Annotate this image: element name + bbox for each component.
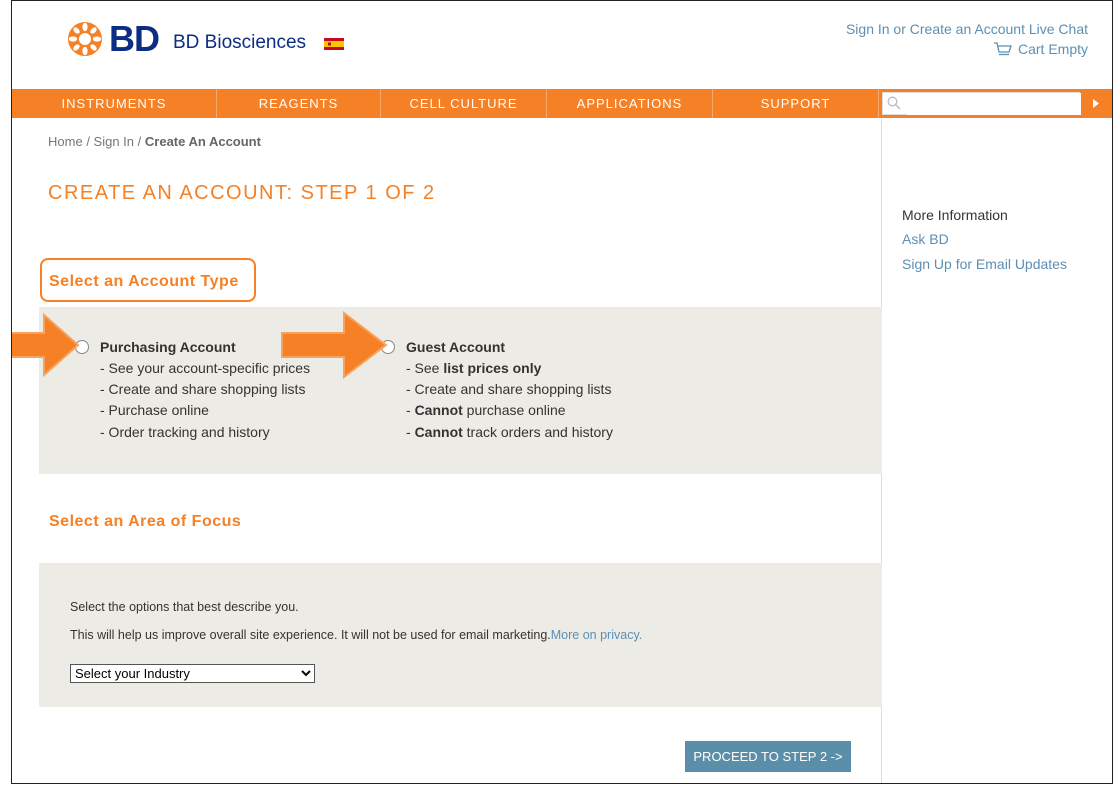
nav-instruments[interactable]: INSTRUMENTS [12,89,217,118]
purchasing-feature: - Order tracking and history [100,424,270,440]
cart-link[interactable]: Cart Empty [846,39,1088,59]
account-links: Sign In or Create an Account Live Chat C… [846,19,1088,59]
focus-instructions: Select the options that best describe yo… [70,600,299,614]
search-input[interactable] [907,93,1081,115]
purchasing-feature: - Create and share shopping lists [100,381,306,397]
email-updates-link[interactable]: Sign Up for Email Updates [902,256,1067,272]
nav-support[interactable]: SUPPORT [713,89,879,118]
focus-heading: Select an Area of Focus [49,513,242,530]
nav-cell-culture[interactable]: CELL CULTURE [381,89,547,118]
focus-disclaimer: This will help us improve overall site e… [70,628,643,642]
breadcrumb: Home / Sign In / Create An Account [48,134,261,149]
breadcrumb-home[interactable]: Home [48,134,83,149]
account-type-heading: Select an Account Type [49,273,239,290]
breadcrumb-sign-in[interactable]: Sign In [94,134,134,149]
arrow-pointer-icon [281,310,388,380]
guest-feature: - Create and share shopping lists [406,381,612,397]
privacy-link[interactable]: More on privacy. [551,628,642,642]
page-frame: BD BD Biosciences Sign In or Create an A… [11,0,1113,784]
brand-name: BD Biosciences [173,32,307,53]
more-info-heading: More Information [902,207,1008,223]
search-box [882,92,1081,115]
arrow-pointer-icon [12,312,80,378]
cart-label: Cart Empty [1017,41,1088,57]
logo-text: BD [109,18,160,59]
live-chat-link[interactable]: Live Chat [1029,21,1088,37]
nav-reagents[interactable]: REAGENTS [217,89,381,118]
sidebar: More Information Ask BD Sign Up for Emai… [881,119,1112,783]
cart-icon [993,42,1012,56]
breadcrumb-current: Create An Account [144,134,261,149]
search-submit-button[interactable] [1082,92,1110,115]
spain-flag-icon[interactable] [324,38,345,50]
ask-bd-link[interactable]: Ask BD [902,231,949,247]
proceed-step-2-button[interactable]: PROCEED TO STEP 2 -> [685,741,851,772]
breadcrumb-separator: / [137,134,145,149]
breadcrumb-separator: / [86,134,94,149]
purchasing-account-title: Purchasing Account [100,339,236,355]
purchasing-feature: - Purchase online [100,402,209,418]
guest-feature: - Cannot track orders and history [406,424,613,440]
play-arrow-icon [1093,99,1099,108]
purchasing-feature: - See your account-specific prices [100,360,311,376]
guest-account-title: Guest Account [406,339,506,355]
bd-starburst-icon [68,22,102,56]
sign-in-link[interactable]: Sign In or Create an Account [846,21,1025,37]
bd-logo[interactable]: BD BD Biosciences [67,18,345,59]
guest-feature: - See list prices only [406,360,542,376]
search-icon [887,96,901,110]
industry-select[interactable]: Select your Industry [70,664,315,683]
guest-feature: - Cannot purchase online [406,402,566,418]
nav-applications[interactable]: APPLICATIONS [547,89,713,118]
page-title: CREATE AN ACCOUNT: STEP 1 OF 2 [48,182,436,204]
